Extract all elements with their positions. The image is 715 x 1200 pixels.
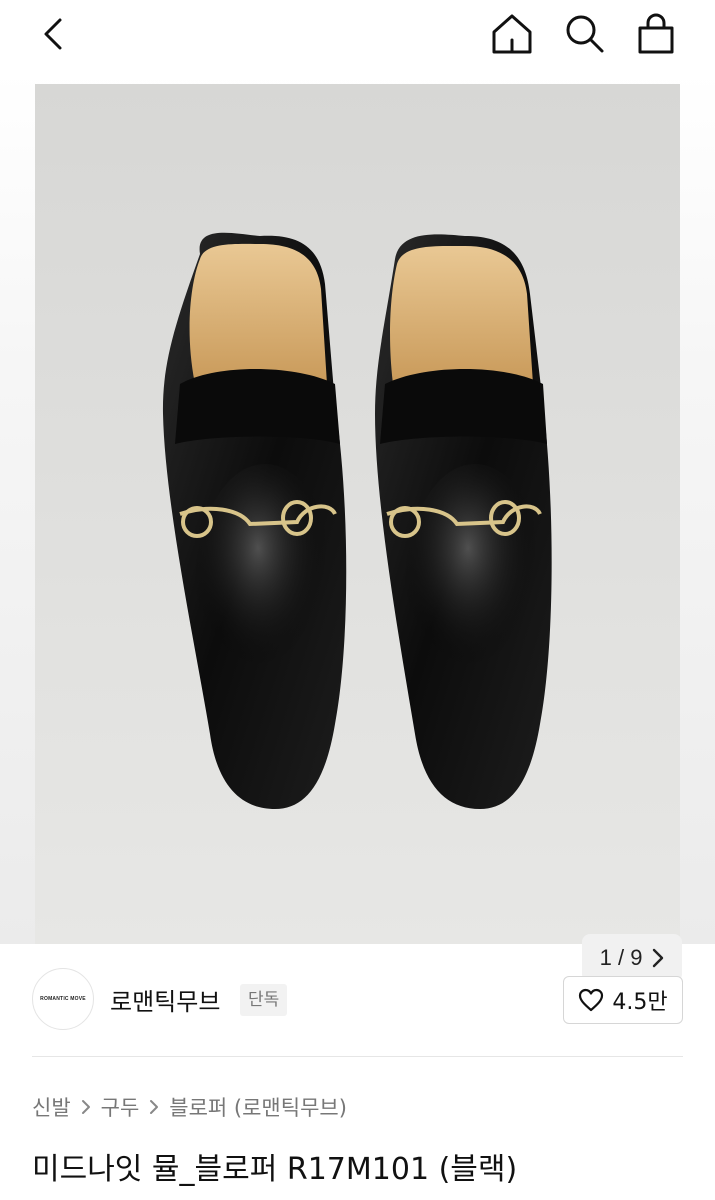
shoe-illustration [162,232,552,810]
top-nav-bar [0,0,715,70]
shopping-bag-icon[interactable] [632,10,680,58]
home-icon[interactable] [488,10,536,58]
heart-icon [579,988,604,1012]
right-shoe [375,234,552,810]
shop-info-row: ROMANTIC MOVE 로맨틱무브 단독 4.5만 [0,944,715,1058]
product-title: 미드나잇 뮬_블로퍼 R17M101 (블랙) [32,1152,518,1187]
divider [32,1056,683,1057]
breadcrumb: 신발 구두 블로퍼 (로맨틱무브) [32,1092,347,1122]
left-shoe [162,232,347,810]
chevron-right-icon [150,1100,159,1114]
shop-name-link[interactable]: 로맨틱무브 [110,982,220,1017]
like-count: 4.5만 [612,990,668,1015]
shop-logo-avatar[interactable]: ROMANTIC MOVE [32,968,94,1030]
shop-logo-text: ROMANTIC MOVE [40,996,86,1002]
breadcrumb-item-bloafer[interactable]: 블로퍼 (로맨틱무브) [169,1092,347,1122]
chevron-left-icon[interactable] [36,14,72,54]
like-button[interactable]: 4.5만 [563,976,683,1024]
breadcrumb-item-dress-shoes[interactable]: 구두 [101,1092,140,1122]
product-image-gallery[interactable]: 1 / 9 [0,70,715,982]
chevron-right-icon [81,1100,90,1114]
breadcrumb-item-shoes[interactable]: 신발 [32,1092,71,1122]
product-image[interactable] [35,84,680,944]
exclusive-badge: 단독 [240,984,288,1016]
search-icon[interactable] [560,10,608,58]
